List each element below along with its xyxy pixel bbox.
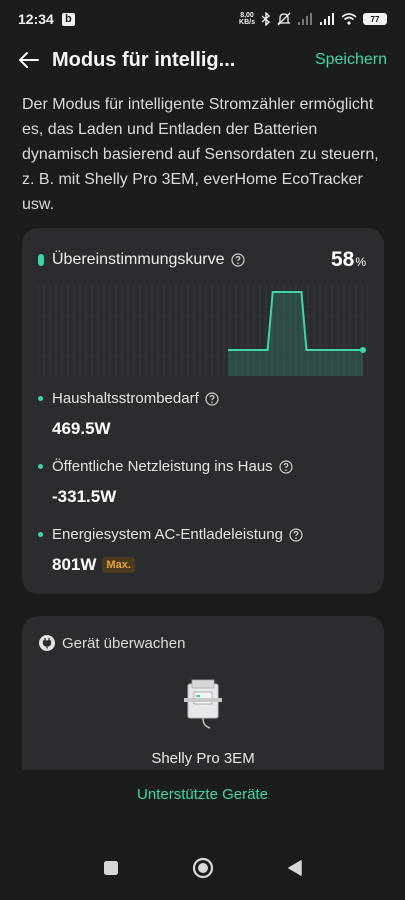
triangle-left-icon[interactable] <box>284 857 306 879</box>
question-circle-icon[interactable] <box>230 253 245 267</box>
wifi-icon <box>341 13 357 25</box>
curve-header: Übereinstimmungskurve 58% <box>38 248 366 272</box>
question-circle-icon[interactable] <box>289 527 303 542</box>
app-header: Modus für intellig... Speichern <box>0 38 405 82</box>
metric-dot <box>38 464 43 469</box>
metric-dot <box>38 532 43 537</box>
status-bar: 12:34 b 8,00 KB/s 77 <box>0 0 405 38</box>
signal-off-icon <box>298 13 312 25</box>
notification-b-icon: b <box>61 12 75 26</box>
metric-value-row: 801W Max. <box>52 555 368 575</box>
metric-label: Haushaltsstrombedarf <box>52 390 199 407</box>
metric-value: -331.5W <box>52 487 117 506</box>
metric-dot <box>38 396 43 401</box>
mute-icon <box>277 12 291 26</box>
shelly-device-image[interactable] <box>182 678 224 730</box>
match-percent-value: 58 <box>330 248 355 271</box>
status-time: 12:34 <box>18 11 54 27</box>
metric-household-demand: Haushaltsstrombedarf 469.5W <box>38 390 368 439</box>
match-percent: 58% <box>331 248 366 272</box>
metric-value: 801W <box>52 555 97 574</box>
device-name: Shelly Pro 3EM <box>151 750 255 767</box>
metric-value: 469.5W <box>52 419 111 438</box>
device-header: Gerät überwachen <box>38 634 185 652</box>
page-title: Modus für intellig... <box>52 48 236 71</box>
bluetooth-icon <box>261 12 271 26</box>
circle-icon[interactable] <box>192 857 214 879</box>
save-button[interactable]: Speichern <box>315 51 387 69</box>
match-percent-unit: % <box>355 255 366 269</box>
metric-label: Energiesystem AC-Entladeleistung <box>52 526 283 543</box>
power-plug-icon <box>38 634 56 652</box>
match-curve-chart <box>38 284 368 376</box>
arrow-left-icon[interactable] <box>18 48 42 72</box>
status-pill <box>38 254 44 266</box>
monitor-device-card: Gerät überwachen Shelly Pro 3EM <box>22 616 384 770</box>
curve-label: Übereinstimmungskurve <box>52 251 225 268</box>
square-icon[interactable] <box>100 857 122 879</box>
question-circle-icon[interactable] <box>279 459 293 474</box>
system-nav-bar <box>0 836 405 900</box>
match-curve-card: Übereinstimmungskurve 58% Haushaltsstrom… <box>22 228 384 594</box>
device-header-label: Gerät überwachen <box>62 634 186 652</box>
metric-label: Öffentliche Netzleistung ins Haus <box>52 458 273 475</box>
supported-devices-link[interactable]: Unterstützte Geräte <box>0 786 405 803</box>
mode-description: Der Modus für intelligente Stromzähler e… <box>22 96 379 213</box>
net-speed-value: 8,00 <box>240 12 254 19</box>
max-badge: Max. <box>102 557 135 573</box>
battery-icon: 77 <box>363 13 387 25</box>
status-icons: 8,00 KB/s 77 <box>239 12 387 26</box>
metric-grid-power: Öffentliche Netzleistung ins Haus -331.5… <box>38 458 368 507</box>
signal-icon <box>320 13 334 25</box>
net-speed-unit: KB/s <box>239 19 255 26</box>
curve-end-dot <box>360 347 366 353</box>
question-circle-icon[interactable] <box>205 391 219 406</box>
net-speed: 8,00 KB/s <box>239 12 255 26</box>
metric-ac-discharge: Energiesystem AC-Entladeleistung 801W Ma… <box>38 526 368 575</box>
